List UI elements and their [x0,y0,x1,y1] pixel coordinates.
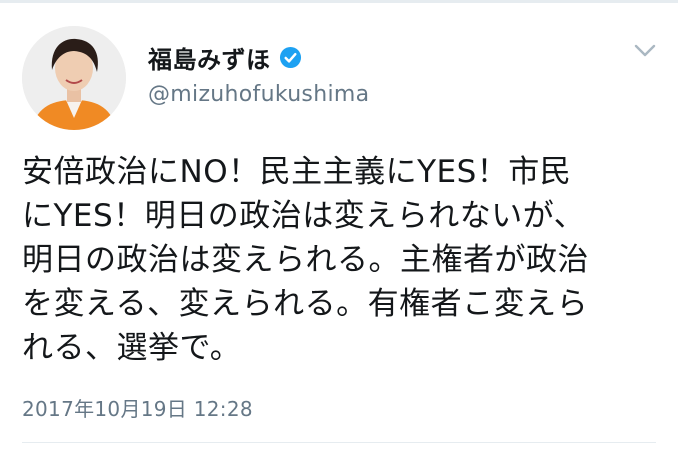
tweet-timestamp[interactable]: 2017年10月19日 12:28 [22,393,253,422]
author-row: 福島みずほ [148,40,302,75]
bottom-divider [22,442,656,443]
tweet-card: 福島みずほ @mizuhofukushima 安倍政治にNO！民主主義にYES！… [0,0,678,452]
user-handle[interactable]: @mizuhofukushima [148,82,369,107]
verified-badge-icon [279,46,302,69]
display-name[interactable]: 福島みずほ [148,40,271,75]
tweet-text-line: にYES！明日の政治は変えられないが、 [22,198,586,234]
tweet-text-line: 明日の政治は変えられる。主権者が政治 [22,242,589,278]
tweet-text: 安倍政治にNO！民主主義にYES！市民 にYES！明日の政治は変えられないが、 … [22,150,662,370]
tweet-text-line: を変える、変えられる。有権者こ変えら [22,286,589,322]
chevron-down-icon[interactable] [632,42,658,60]
tweet-text-line: 安倍政治にNO！民主主義にYES！市民 [22,154,572,190]
tweet-text-line: れる、選挙で。 [22,330,242,366]
top-divider [0,0,678,3]
avatar-image [22,26,126,130]
avatar[interactable] [22,26,126,130]
